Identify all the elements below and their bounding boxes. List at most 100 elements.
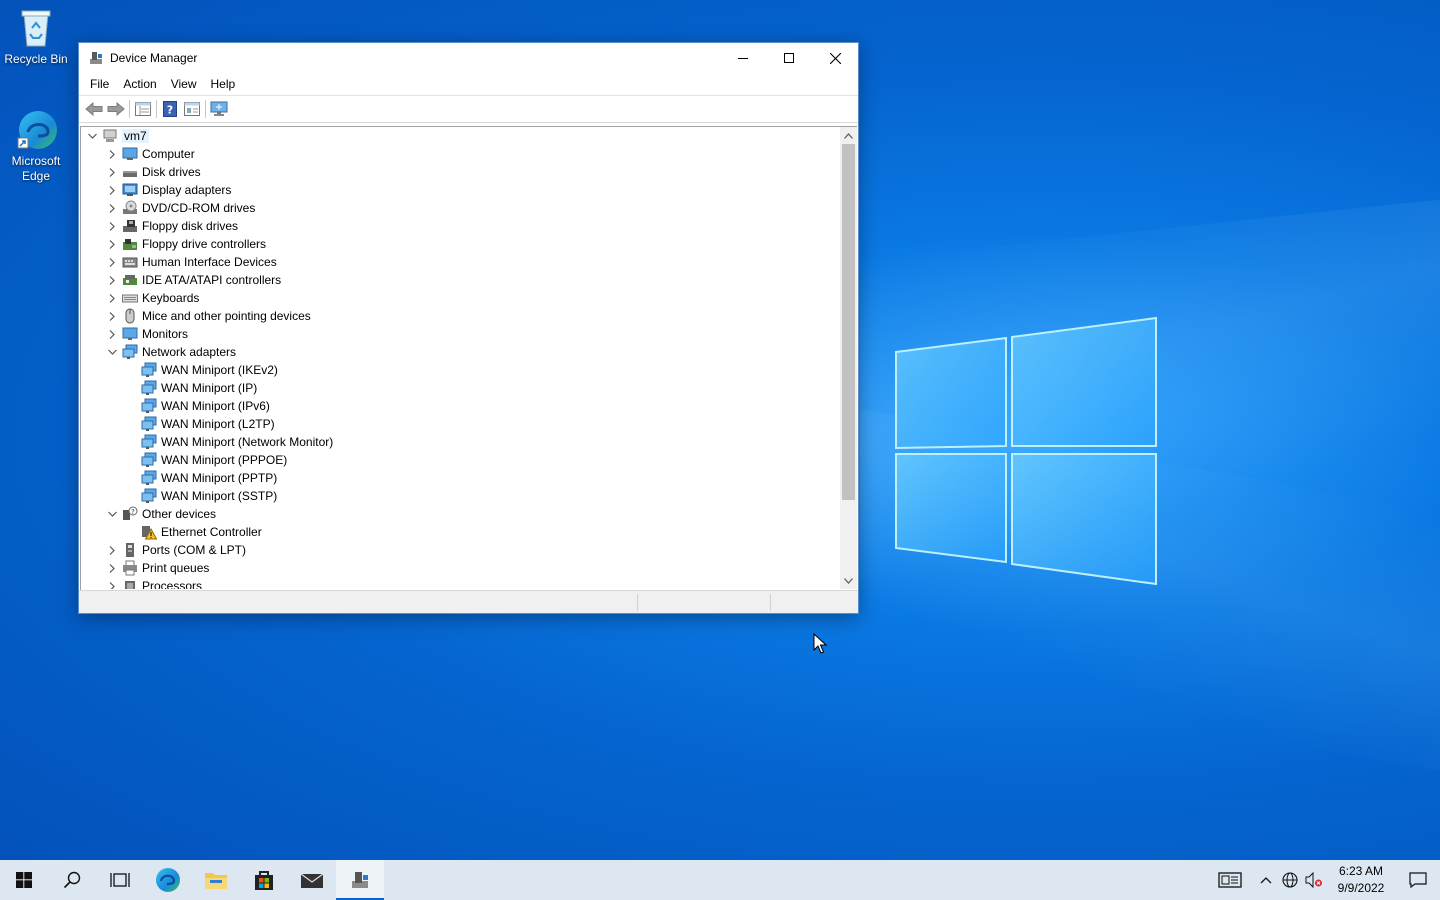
expand-toggle[interactable]: [105, 235, 119, 253]
menu-view[interactable]: View: [164, 75, 204, 93]
taskbar-edge[interactable]: [144, 860, 192, 900]
close-button[interactable]: [812, 43, 858, 73]
edge-icon: [14, 108, 58, 152]
ide-icon: [122, 272, 138, 288]
task-view-button[interactable]: [96, 860, 144, 900]
expand-toggle[interactable]: [105, 541, 119, 559]
expand-toggle[interactable]: [105, 271, 119, 289]
expand-toggle[interactable]: [105, 307, 119, 325]
news-widget-button[interactable]: [1206, 860, 1254, 900]
tree-item[interactable]: Monitors: [81, 325, 841, 343]
tree-item-label: Floppy drive controllers: [142, 237, 267, 251]
scroll-thumb[interactable]: [842, 144, 855, 500]
network-status-button[interactable]: [1278, 860, 1302, 900]
tree-item[interactable]: Disk drives: [81, 163, 841, 181]
start-button[interactable]: [0, 860, 48, 900]
expand-toggle[interactable]: [105, 325, 119, 343]
expand-toggle[interactable]: [105, 577, 119, 589]
tree-item-label: Network adapters: [142, 345, 237, 359]
port-icon: [122, 542, 138, 558]
news-icon: [1218, 872, 1242, 888]
details-button[interactable]: [181, 98, 203, 120]
menu-file[interactable]: File: [83, 75, 116, 93]
tree-item[interactable]: Keyboards: [81, 289, 841, 307]
expand-toggle[interactable]: [105, 559, 119, 577]
desktop-icon-recycle-bin[interactable]: Recycle Bin: [0, 6, 72, 67]
tree-item[interactable]: WAN Miniport (IP): [81, 379, 841, 397]
wan-icon: [141, 416, 157, 432]
notifications-button[interactable]: [1396, 860, 1440, 900]
expand-toggle[interactable]: [105, 505, 119, 523]
taskbar-store[interactable]: [240, 860, 288, 900]
tree-item[interactable]: Ethernet Controller: [81, 523, 841, 541]
close-icon: [829, 52, 841, 64]
desktop-icon-edge[interactable]: Microsoft Edge: [0, 108, 72, 184]
back-button[interactable]: [83, 98, 105, 120]
start-icon: [16, 872, 32, 888]
status-bar: [79, 590, 858, 613]
tree-item[interactable]: Floppy drive controllers: [81, 235, 841, 253]
help-button[interactable]: ?: [159, 98, 181, 120]
tree-item[interactable]: Mice and other pointing devices: [81, 307, 841, 325]
tree-item[interactable]: WAN Miniport (PPTP): [81, 469, 841, 487]
tree-item[interactable]: DVD/CD-ROM drives: [81, 199, 841, 217]
expand-toggle: [124, 487, 138, 505]
device-tree[interactable]: vm7 Computer Disk drives Display adapters DV…: [81, 127, 841, 589]
expand-toggle[interactable]: [105, 181, 119, 199]
tree-item[interactable]: Processors: [81, 577, 841, 589]
expand-toggle[interactable]: [105, 199, 119, 217]
tree-item[interactable]: Floppy disk drives: [81, 217, 841, 235]
show-hidden-icons-button[interactable]: [1254, 860, 1278, 900]
tree-item[interactable]: WAN Miniport (IPv6): [81, 397, 841, 415]
taskbar-file-explorer[interactable]: [192, 860, 240, 900]
tree-item[interactable]: vm7: [81, 127, 841, 145]
taskbar-device-manager[interactable]: [336, 860, 384, 900]
vertical-scrollbar[interactable]: [840, 127, 857, 589]
expand-toggle: [124, 523, 138, 541]
tree-item[interactable]: WAN Miniport (IKEv2): [81, 361, 841, 379]
hid-icon: [122, 254, 138, 270]
volume-button[interactable]: [1302, 860, 1326, 900]
tree-item[interactable]: WAN Miniport (PPPOE): [81, 451, 841, 469]
menu-help[interactable]: Help: [204, 75, 243, 93]
desktop-icon-label: Recycle Bin: [4, 52, 68, 66]
expand-toggle[interactable]: [105, 343, 119, 361]
expand-toggle[interactable]: [105, 253, 119, 271]
maximize-button[interactable]: [766, 43, 812, 73]
tree-item[interactable]: Network adapters: [81, 343, 841, 361]
expand-toggle[interactable]: [85, 127, 99, 145]
title-bar[interactable]: Device Manager: [79, 43, 858, 73]
expand-toggle[interactable]: [105, 289, 119, 307]
minimize-button[interactable]: [720, 43, 766, 73]
forward-button[interactable]: [105, 98, 127, 120]
expand-toggle[interactable]: [105, 163, 119, 181]
clock[interactable]: 6:23 AM 9/9/2022: [1326, 863, 1396, 897]
tree-item[interactable]: WAN Miniport (Network Monitor): [81, 433, 841, 451]
printer-icon: [122, 560, 138, 576]
properties-button[interactable]: [132, 98, 154, 120]
menu-action[interactable]: Action: [116, 75, 163, 93]
tree-item-label: Processors: [142, 579, 203, 589]
tree-item[interactable]: Display adapters: [81, 181, 841, 199]
toolbar-separator: [205, 100, 206, 118]
tree-item[interactable]: Computer: [81, 145, 841, 163]
tree-item[interactable]: ? Other devices: [81, 505, 841, 523]
scroll-up-button[interactable]: [840, 127, 857, 144]
scroll-down-button[interactable]: [840, 572, 857, 589]
expand-toggle[interactable]: [105, 145, 119, 163]
taskbar-mail[interactable]: [288, 860, 336, 900]
scan-hardware-button[interactable]: [208, 98, 230, 120]
edge-icon: [156, 868, 180, 892]
tree-item[interactable]: Human Interface Devices: [81, 253, 841, 271]
tree-item[interactable]: Print queues: [81, 559, 841, 577]
tree-item-label: WAN Miniport (L2TP): [161, 417, 275, 431]
tree-item[interactable]: Ports (COM & LPT): [81, 541, 841, 559]
clock-time: 6:23 AM: [1338, 864, 1384, 878]
keyboard-icon: [122, 290, 138, 306]
tree-item[interactable]: WAN Miniport (SSTP): [81, 487, 841, 505]
tree-item[interactable]: IDE ATA/ATAPI controllers: [81, 271, 841, 289]
expand-toggle[interactable]: [105, 217, 119, 235]
search-button[interactable]: [48, 860, 96, 900]
tree-item-label: WAN Miniport (SSTP): [161, 489, 278, 503]
tree-item[interactable]: WAN Miniport (L2TP): [81, 415, 841, 433]
